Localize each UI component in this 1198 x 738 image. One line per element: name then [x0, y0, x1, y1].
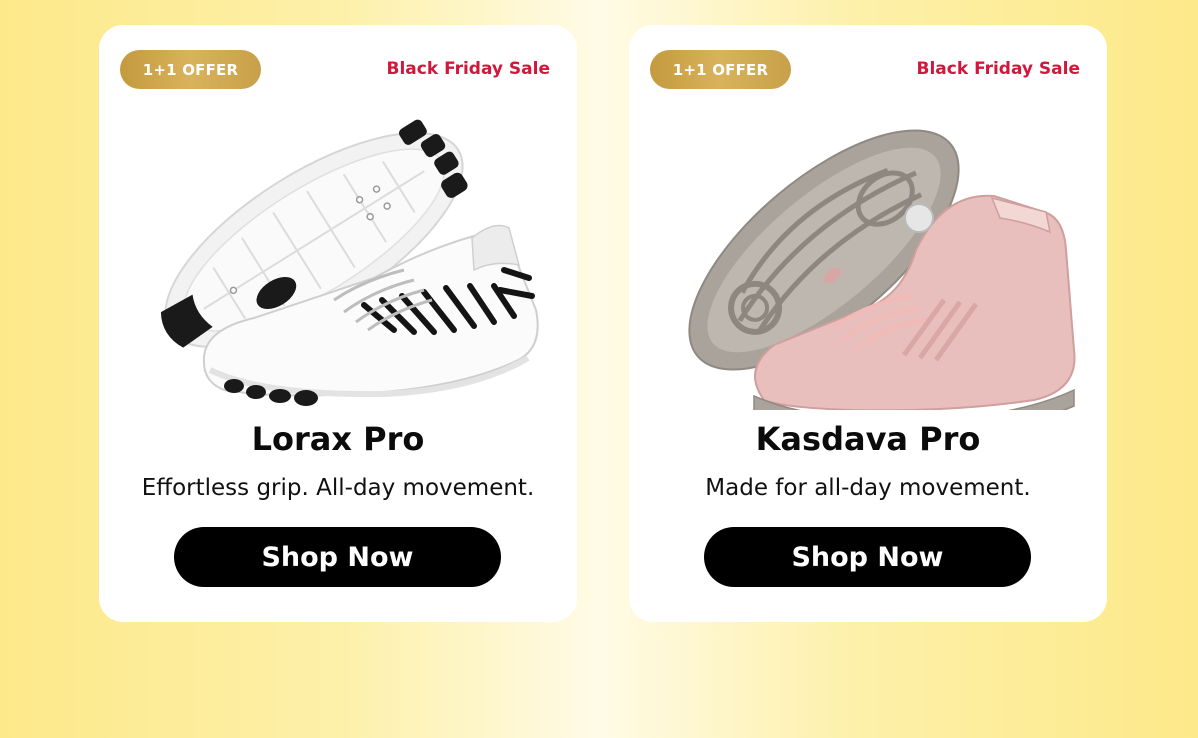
offer-badge: 1+1 OFFER [650, 50, 791, 89]
product-name: Lorax Pro [251, 420, 425, 458]
product-tagline: Effortless grip. All-day movement. [141, 475, 535, 501]
product-image-kasdava-pro[interactable] [654, 100, 1082, 410]
offer-badge: 1+1 OFFER [120, 50, 261, 89]
product-tagline: Made for all-day movement. [705, 475, 1031, 501]
product-card-lorax-pro: 1+1 OFFER Black Friday Sale Lorax Pro Ef… [99, 25, 577, 622]
product-image-lorax-pro[interactable] [124, 100, 552, 410]
shop-now-button[interactable]: Shop Now [704, 527, 1031, 587]
shop-now-button[interactable]: Shop Now [174, 527, 501, 587]
product-name: Kasdava Pro [755, 420, 981, 458]
black-friday-label: Black Friday Sale [386, 59, 550, 79]
product-card-kasdava-pro: 1+1 OFFER Black Friday Sale Kasdava Pro … [629, 25, 1107, 622]
black-friday-label: Black Friday Sale [916, 59, 1080, 79]
